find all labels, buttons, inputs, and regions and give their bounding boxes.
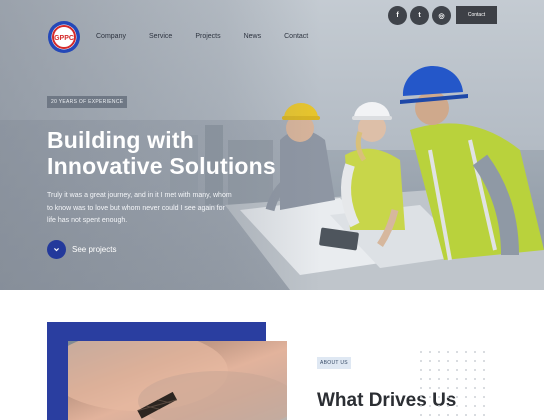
grid-dot [429,414,431,416]
grid-dot [420,351,422,353]
grid-dot [447,360,449,362]
grid-dot [474,414,476,416]
hero-description: Truly it was a great journey, and in it … [47,192,232,224]
crane-image [68,341,287,420]
grid-dot [447,414,449,416]
grid-dot [465,414,467,416]
grid-dot [465,369,467,371]
grid-dot [420,387,422,389]
grid-dot [447,378,449,380]
grid-dot [420,396,422,398]
grid-dot [456,360,458,362]
grid-dot [420,360,422,362]
grid-dot [429,378,431,380]
grid-dot [456,351,458,353]
grid-dot [438,378,440,380]
grid-dot [438,360,440,362]
grid-dot [447,396,449,398]
grid-dot [474,387,476,389]
grid-dot [456,414,458,416]
grid-dot [465,405,467,407]
twitter-icon[interactable]: t [410,6,429,25]
chevron-down-icon [54,248,59,252]
grid-dot [483,360,485,362]
company-logo[interactable]: GPPC [47,20,81,54]
grid-dot [474,369,476,371]
about-us-badge: ABOUT US [317,357,351,369]
nav-item-service[interactable]: Service [149,33,172,40]
grid-dot [474,378,476,380]
hero-title-line2: Innovative Solutions [47,153,276,179]
grid-dot [429,369,431,371]
see-projects-button[interactable] [47,240,66,259]
grid-dot [474,351,476,353]
grid-dot [483,369,485,371]
grid-dot [438,387,440,389]
grid-dot [474,360,476,362]
contact-button[interactable]: Contact [456,6,497,24]
grid-dot [465,396,467,398]
experience-badge: 20 YEARS OF EXPERIENCE [47,96,128,108]
grid-dot [465,360,467,362]
grid-dot [420,405,422,407]
facebook-icon[interactable]: f [388,6,407,25]
grid-dot [483,396,485,398]
grid-dot [429,405,431,407]
grid-dot [456,378,458,380]
grid-dot [483,387,485,389]
grid-dot [420,414,422,416]
grid-dot [438,414,440,416]
grid-dot [456,387,458,389]
grid-dot [474,405,476,407]
grid-dot [429,396,431,398]
grid-dot [447,387,449,389]
grid-dot [420,369,422,371]
main-nav: Company Service Projects News Contact [96,33,331,40]
grid-dot [429,387,431,389]
nav-item-news[interactable]: News [244,33,262,40]
grid-dot [465,378,467,380]
grid-dot [483,414,485,416]
grid-dot [438,351,440,353]
grid-dot [474,396,476,398]
grid-dot [420,378,422,380]
grid-dot [438,396,440,398]
grid-dot [438,405,440,407]
nav-item-contact[interactable]: Contact [284,33,308,40]
grid-dot [456,405,458,407]
grid-dot [456,396,458,398]
nav-item-company[interactable]: Company [96,33,126,40]
hero-title: Building with Innovative Solutions [47,127,307,179]
grid-dot [447,405,449,407]
see-projects-link[interactable]: See projects [72,245,116,254]
grid-dot [465,351,467,353]
grid-dot [447,369,449,371]
grid-dot [483,405,485,407]
grid-dot [456,369,458,371]
grid-dot [429,351,431,353]
instagram-icon[interactable]: ◎ [432,6,451,25]
nav-item-projects[interactable]: Projects [195,33,220,40]
grid-dot [483,351,485,353]
grid-dot [438,369,440,371]
grid-dot [429,360,431,362]
logo-text: GPPC [54,35,74,42]
grid-dot [447,351,449,353]
grid-dot [483,378,485,380]
hero-title-line1: Building with [47,127,194,153]
about-photo [68,341,287,420]
grid-dot [465,387,467,389]
decorative-dot-grid [420,351,485,416]
